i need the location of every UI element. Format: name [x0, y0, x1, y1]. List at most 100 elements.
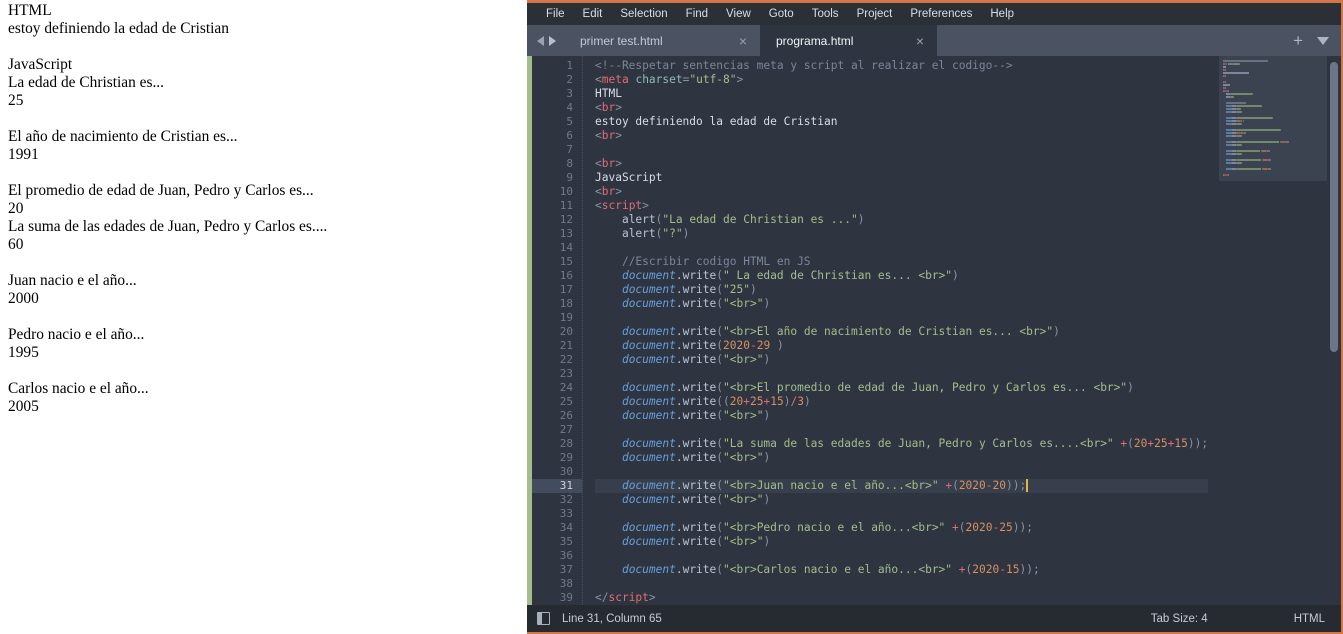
code-line[interactable] — [595, 143, 1208, 157]
tab-bar: primer test.html × programa.html × + — [527, 25, 1341, 56]
menu-item-preferences[interactable]: Preferences — [901, 3, 981, 25]
code-line[interactable]: document.write("<br>") — [595, 297, 1208, 311]
code-token: ( — [716, 563, 724, 576]
code-line[interactable]: document.write("La suma de las edades de… — [595, 437, 1208, 451]
code-line[interactable]: HTML — [595, 87, 1208, 101]
arrow-right-icon[interactable] — [549, 35, 556, 46]
code-line[interactable]: alert("?") — [595, 227, 1208, 241]
browser-output-pane: HTML estoy definiendo la edad de Cristian… — [0, 0, 527, 634]
code-line[interactable]: <br> — [595, 157, 1208, 171]
close-icon[interactable]: × — [736, 34, 750, 48]
menu-item-find[interactable]: Find — [677, 3, 717, 25]
menu-item-goto[interactable]: Goto — [760, 3, 803, 25]
code-line[interactable]: estoy definiendo la edad de Cristian — [595, 115, 1208, 129]
code-line[interactable] — [595, 311, 1208, 325]
code-line[interactable]: document.write(2020-29 ) — [595, 339, 1208, 353]
code-token: "<br>Pedro nacio e el año...<br>" — [723, 521, 946, 534]
code-line[interactable] — [595, 423, 1208, 437]
output-blank-line — [8, 110, 527, 128]
minimap-token — [1269, 150, 1270, 152]
line-number: 1 — [566, 59, 573, 72]
arrow-left-icon[interactable] — [537, 35, 544, 46]
code-line[interactable]: document.write("<br>") — [595, 451, 1208, 465]
tab-size-status[interactable]: Tab Size: 4 — [1151, 613, 1208, 625]
code-line[interactable]: document.write("<br>") — [595, 535, 1208, 549]
menu-item-edit[interactable]: Edit — [574, 3, 612, 25]
code-line[interactable]: alert("La edad de Christian es ...") — [595, 213, 1208, 227]
minimap-line — [1223, 120, 1323, 122]
minimap-token — [1237, 141, 1279, 143]
code-line[interactable] — [595, 241, 1208, 255]
menu-item-tools[interactable]: Tools — [803, 3, 848, 25]
minimap-token — [1223, 72, 1249, 74]
code-line[interactable]: document.write(" La edad de Christian es… — [595, 269, 1208, 283]
code-line[interactable] — [595, 577, 1208, 591]
line-number: 30 — [559, 465, 573, 478]
new-tab-icon[interactable]: + — [1293, 32, 1303, 49]
code-line[interactable]: document.write("<br>Pedro nacio e el año… — [595, 521, 1208, 535]
code-token: ( — [716, 437, 724, 450]
tabs-container: primer test.html × programa.html × — [564, 25, 937, 56]
minimap-token — [1237, 129, 1280, 131]
output-line: JavaScript — [8, 56, 73, 74]
code-line[interactable]: document.write("<br>Carlos nacio e el añ… — [595, 563, 1208, 577]
line-number: 9 — [566, 171, 573, 184]
code-line[interactable]: document.write("25") — [595, 283, 1208, 297]
code-line[interactable]: <meta charset="utf-8"> — [595, 73, 1208, 87]
code-line[interactable] — [595, 367, 1208, 381]
code-line[interactable]: document.write("<br>") — [595, 353, 1208, 367]
minimap-token — [1241, 144, 1242, 146]
code-line[interactable]: <br> — [595, 185, 1208, 199]
code-line[interactable]: <br> — [595, 129, 1208, 143]
code-line[interactable]: <br> — [595, 101, 1208, 115]
editor-tab-programa-html[interactable]: programa.html × — [760, 25, 937, 56]
code-line[interactable]: </script> — [595, 591, 1208, 605]
code-line[interactable]: document.write("<br>") — [595, 409, 1208, 423]
code-token: ( — [1127, 437, 1134, 450]
code-line[interactable]: document.write("<br>") — [595, 493, 1208, 507]
code-line[interactable]: <script> — [595, 199, 1208, 213]
code-line[interactable]: JavaScript — [595, 171, 1208, 185]
code-line[interactable]: //Escribir codigo HTML en JS — [595, 255, 1208, 269]
code-line[interactable]: document.write("<br>Juan nacio e el año.… — [595, 479, 1209, 493]
menu-item-file[interactable]: File — [537, 3, 574, 25]
vertical-scrollbar[interactable] — [1327, 56, 1341, 605]
code-line[interactable] — [595, 465, 1208, 479]
chevron-down-icon[interactable] — [1317, 36, 1329, 45]
code-line[interactable]: document.write("<br>El promedio de edad … — [595, 381, 1208, 395]
code-line[interactable]: document.write((20+25+15)/3) — [595, 395, 1208, 409]
sidebar-toggle-icon[interactable] — [537, 612, 550, 625]
minimap-lines — [1223, 60, 1323, 176]
code-text[interactable]: <!--Respetar sentencias meta y script al… — [583, 59, 1209, 605]
code-editor[interactable]: <!--Respetar sentencias meta y script al… — [582, 56, 1219, 605]
syntax-mode-status[interactable]: HTML — [1294, 613, 1325, 625]
menu-item-view[interactable]: View — [717, 3, 760, 25]
code-line[interactable] — [595, 507, 1208, 521]
code-token: < — [595, 185, 602, 198]
minimap-token — [1237, 150, 1260, 152]
menu-item-selection[interactable]: Selection — [611, 3, 676, 25]
scrollbar-thumb[interactable] — [1330, 62, 1338, 352]
code-token: .write — [675, 395, 717, 408]
code-token: ) — [1127, 381, 1134, 394]
code-line[interactable]: document.write("<br>El año de nacimiento… — [595, 325, 1208, 339]
code-token: JavaScript — [595, 171, 663, 184]
editor-tab-primer-test-html[interactable]: primer test.html × — [564, 25, 760, 56]
code-line[interactable] — [595, 549, 1208, 563]
output-line: El año de nacimiento de Cristian es... — [8, 128, 238, 146]
menu-item-project[interactable]: Project — [848, 3, 902, 25]
minimap-token — [1241, 162, 1242, 164]
close-icon[interactable]: × — [913, 34, 927, 48]
menu-item-help[interactable]: Help — [981, 3, 1023, 25]
code-line[interactable]: <!--Respetar sentencias meta y script al… — [595, 59, 1208, 73]
code-token: .write — [675, 409, 717, 422]
tab-nav-arrows[interactable] — [527, 25, 564, 56]
code-token: ) — [763, 353, 771, 366]
minimap[interactable] — [1219, 56, 1327, 605]
